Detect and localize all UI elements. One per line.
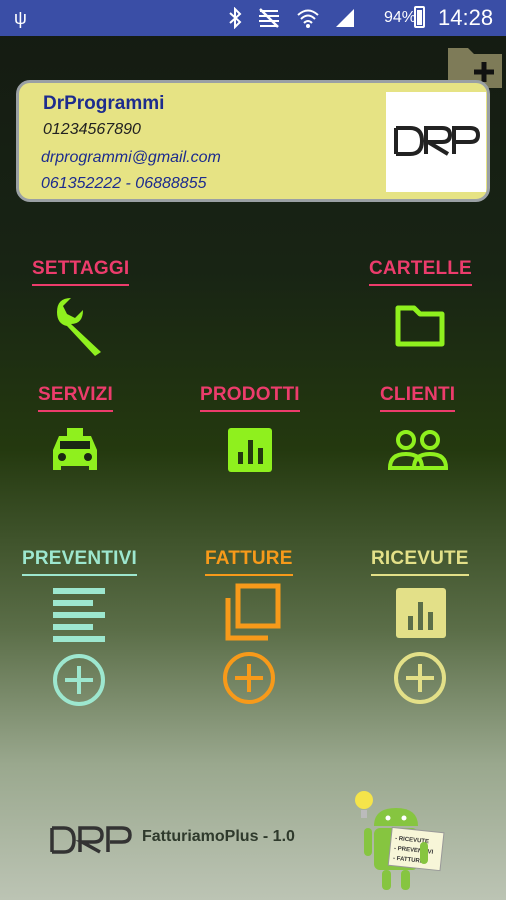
copy-icon bbox=[225, 583, 281, 641]
clients-label: CLIENTI bbox=[380, 384, 456, 412]
mute-icon bbox=[259, 8, 279, 28]
add-invoice-button[interactable] bbox=[221, 650, 277, 706]
profile-email: drprogrammi@gmail.com bbox=[41, 149, 221, 166]
app-version: FatturiamoPlus - 1.0 bbox=[142, 828, 295, 845]
receipts-menu[interactable]: RICEVUTE bbox=[371, 548, 469, 706]
invoices-label: FATTURE bbox=[205, 548, 293, 576]
list-icon bbox=[53, 588, 106, 642]
quotes-menu[interactable]: PREVENTIVI bbox=[22, 548, 137, 708]
invoices-menu[interactable]: FATTURE bbox=[205, 548, 293, 706]
clients-menu[interactable]: CLIENTI bbox=[380, 384, 456, 478]
wrench-icon bbox=[56, 298, 101, 356]
profile-phone: 01234567890 bbox=[43, 121, 141, 138]
status-bar: ψ 94% 14:28 bbox=[0, 0, 506, 36]
battery-icon bbox=[414, 6, 425, 28]
usb-icon: ψ bbox=[14, 8, 27, 28]
folders-menu[interactable]: CARTELLE bbox=[369, 258, 472, 354]
bluetooth-icon bbox=[229, 7, 242, 29]
profile-name: DrProgrammi bbox=[43, 93, 165, 114]
receipt-chart-icon bbox=[395, 588, 446, 638]
battery-percent: 94% bbox=[384, 9, 417, 26]
products-label: PRODOTTI bbox=[200, 384, 300, 412]
quotes-label: PREVENTIVI bbox=[22, 548, 137, 576]
folders-label: CARTELLE bbox=[369, 258, 472, 286]
settings-label: SETTAGGI bbox=[32, 258, 130, 286]
add-quote-button[interactable] bbox=[51, 652, 107, 708]
products-menu[interactable]: PRODOTTI bbox=[200, 384, 300, 478]
services-label: SERVIZI bbox=[38, 384, 113, 412]
folder-icon bbox=[395, 305, 445, 347]
wifi-icon bbox=[297, 9, 319, 28]
signal-icon bbox=[336, 9, 354, 27]
clock: 14:28 bbox=[438, 5, 494, 30]
android-mascot-icon: - RICEVUTE - PREVENTIVI - FATTURE bbox=[355, 791, 445, 890]
company-logo bbox=[386, 92, 486, 192]
settings-menu[interactable]: SETTAGGI bbox=[32, 258, 130, 358]
bar-chart-icon bbox=[227, 428, 272, 472]
add-receipt-button[interactable] bbox=[392, 650, 448, 706]
drp-logo bbox=[50, 826, 132, 854]
receipts-label: RICEVUTE bbox=[371, 548, 469, 576]
services-menu[interactable]: SERVIZI bbox=[38, 384, 113, 480]
profile-fax: 061352222 - 06888855 bbox=[41, 175, 207, 192]
people-icon bbox=[387, 430, 448, 470]
profile-card[interactable]: DrProgrammi 01234567890 drprogrammi@gmai… bbox=[16, 80, 490, 202]
taxi-icon bbox=[53, 428, 98, 470]
